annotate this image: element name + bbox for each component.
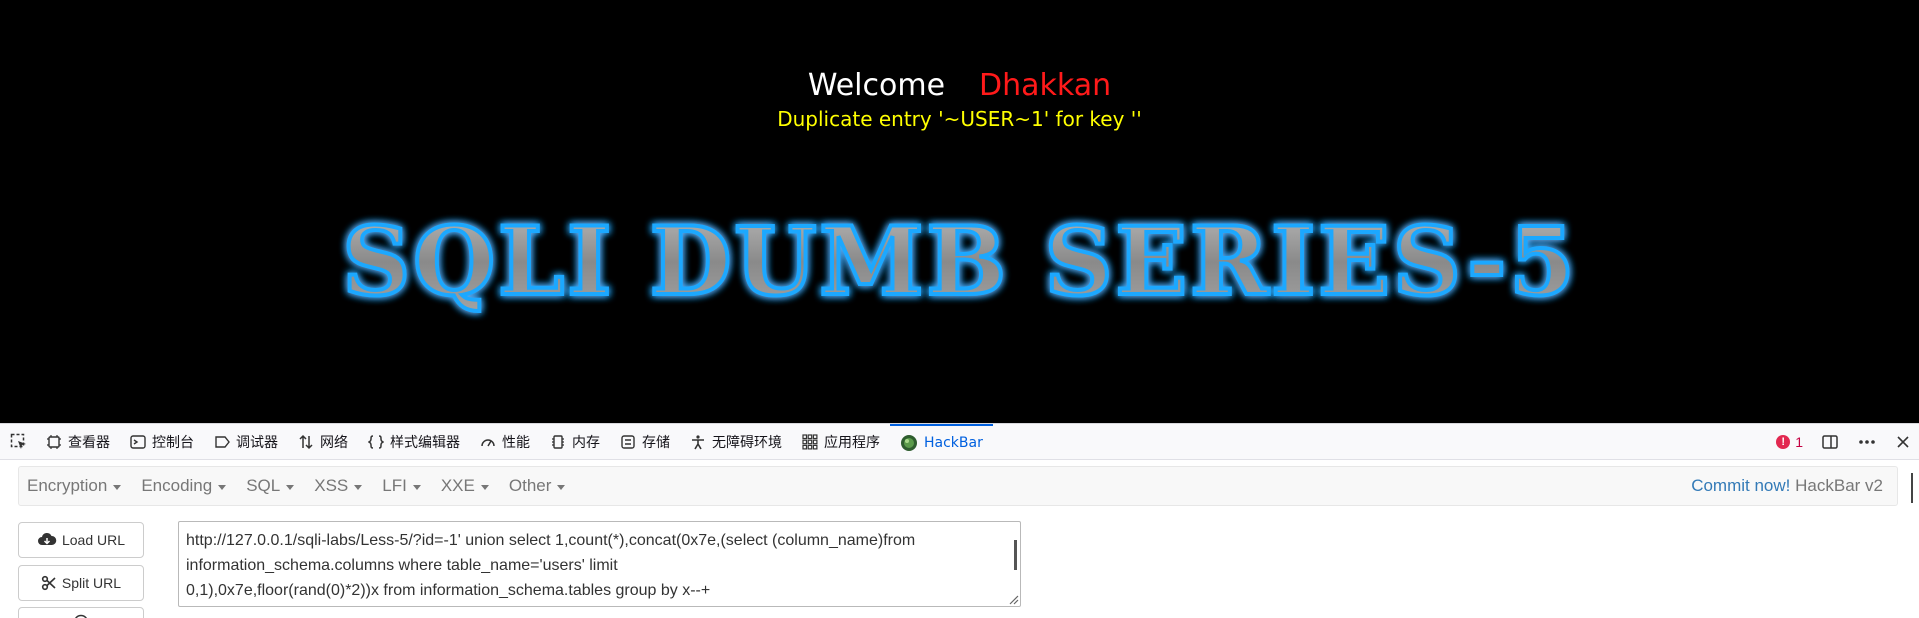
caret-down-icon [218, 484, 227, 490]
picker-icon [10, 433, 26, 449]
execute-button[interactable] [18, 607, 144, 618]
tab-label: 性能 [502, 434, 530, 451]
tab-storage[interactable]: 存储 [610, 424, 680, 460]
console-icon [130, 434, 146, 449]
application-icon [802, 433, 818, 449]
user-name: Dhakkan [979, 68, 1112, 103]
caret-down-icon [480, 484, 489, 490]
menu-label: LFI [382, 476, 407, 495]
menu-xxe[interactable]: XXE [433, 476, 501, 496]
url-textarea[interactable]: http://127.0.0.1/sqli-labs/Less-5/?id=-1… [178, 521, 1021, 607]
hackbar-panel: Encryption Encoding SQL XSS LFI XXE Othe… [0, 460, 1919, 618]
caret-down-icon [286, 484, 295, 490]
tab-style-editor[interactable]: 样式编辑器 [358, 424, 470, 460]
play-circle-icon [75, 614, 87, 618]
menu-label: XXE [440, 476, 475, 495]
hackbar-version: HackBar v2 [1795, 476, 1883, 495]
tab-hackbar[interactable]: HackBar [890, 423, 993, 460]
devtools-actions: ! 1 [1776, 433, 1919, 451]
error-icon: ! [1776, 434, 1791, 449]
tab-label: 存储 [642, 434, 670, 451]
menu-label: SQL [246, 476, 281, 495]
storage-icon [621, 434, 635, 449]
page-viewport: Welcome Dhakkan Duplicate entry '~USER~1'… [0, 0, 1919, 423]
menu-other[interactable]: Other [501, 476, 578, 496]
close-icon[interactable] [1895, 434, 1911, 450]
hackbar-brand: Commit now! HackBar v2 [1691, 476, 1897, 496]
tab-label: 内存 [572, 434, 600, 451]
url-line: http://127.0.0.1/sqli-labs/Less-5/?id=-1… [186, 532, 916, 549]
style-editor-icon [368, 434, 384, 449]
cloud-download-icon [37, 532, 57, 545]
url-line: 0,1),0x7e,floor(rand(0)*2))x from inform… [186, 582, 711, 599]
menu-xss[interactable]: XSS [306, 476, 374, 496]
split-url-button[interactable]: Split URL [18, 565, 144, 601]
more-options-icon[interactable] [1857, 433, 1877, 451]
network-icon [299, 434, 313, 449]
menu-label: Encoding [141, 476, 213, 495]
menu-lfi[interactable]: LFI [374, 476, 433, 496]
tab-label: 查看器 [68, 434, 110, 451]
tab-application[interactable]: 应用程序 [792, 424, 890, 460]
hackbar-icon [901, 434, 917, 451]
menu-label: XSS [314, 476, 349, 495]
banner-title-graphic: SQLI DUMB SERIES-5 [340, 205, 1577, 319]
caret-down-icon [412, 484, 421, 490]
textarea-scrollbar[interactable] [1014, 540, 1017, 570]
tab-accessibility[interactable]: 无障碍环境 [680, 424, 792, 460]
commit-now-link[interactable]: Commit now! [1691, 476, 1790, 495]
tab-memory[interactable]: 内存 [540, 424, 610, 460]
tab-label: 控制台 [152, 434, 194, 451]
tab-performance[interactable]: 性能 [470, 424, 540, 460]
tab-label: 应用程序 [824, 434, 880, 451]
tab-label: 样式编辑器 [390, 434, 460, 451]
tab-inspector[interactable]: 查看器 [36, 424, 120, 460]
caret-down-icon [557, 484, 566, 490]
load-url-label: Load URL [61, 532, 126, 548]
scissors-icon [41, 575, 56, 591]
debugger-icon [215, 435, 230, 448]
welcome-line: Welcome Dhakkan [0, 68, 1919, 104]
menu-sql[interactable]: SQL [238, 476, 306, 496]
tab-label: HackBar [924, 434, 983, 451]
error-count-badge[interactable]: ! 1 [1776, 434, 1803, 450]
menu-encryption[interactable]: Encryption [19, 476, 133, 496]
banner-text: SQLI DUMB SERIES-5 [342, 207, 1577, 317]
load-url-button[interactable]: Load URL [18, 522, 144, 558]
tab-console[interactable]: 控制台 [120, 424, 204, 460]
panel-scrollbar[interactable] [1911, 473, 1913, 503]
performance-icon [481, 438, 495, 446]
tab-label: 网络 [320, 434, 348, 451]
error-count: 1 [1795, 433, 1803, 450]
hackbar-menubar: Encryption Encoding SQL XSS LFI XXE Othe… [18, 466, 1898, 506]
element-picker-button[interactable] [0, 424, 36, 460]
tab-label: 调试器 [236, 434, 278, 451]
split-url-label: Split URL [61, 575, 122, 591]
tab-debugger[interactable]: 调试器 [204, 424, 288, 460]
url-line: information_schema.columns where table_n… [186, 557, 618, 574]
welcome-text: Welcome [807, 68, 946, 103]
caret-down-icon [354, 484, 363, 490]
sql-error-message: Duplicate entry '~USER~1' for key '' [777, 107, 1142, 131]
dock-toggle-icon[interactable] [1821, 433, 1839, 451]
banner-image: SQLI DUMB SERIES-5 [330, 196, 1590, 326]
memory-icon [552, 434, 564, 449]
caret-down-icon [113, 484, 122, 490]
inspector-icon [47, 434, 61, 449]
menu-encoding[interactable]: Encoding [133, 476, 238, 496]
tab-label: 无障碍环境 [712, 434, 782, 451]
resize-handle-icon[interactable] [1007, 593, 1019, 605]
menu-label: Other [508, 476, 552, 495]
devtools-toolbar: 查看器 控制台 调试器 网络 样式编辑器 性能 内存 存储 无障碍环境 应用程序… [0, 423, 1919, 460]
accessibility-icon [692, 434, 704, 449]
tab-network[interactable]: 网络 [288, 424, 358, 460]
menu-label: Encryption [27, 476, 108, 495]
